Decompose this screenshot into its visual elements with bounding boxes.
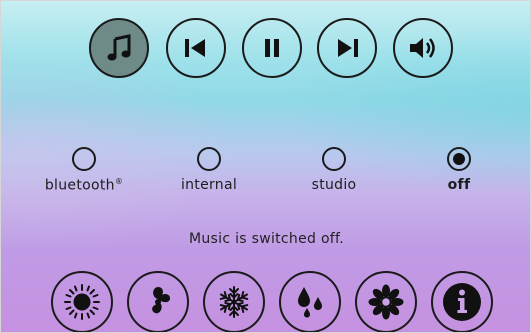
source-label-studio: studio xyxy=(311,177,357,193)
volume-icon xyxy=(408,35,438,61)
volume-button[interactable] xyxy=(393,18,453,78)
humidity-button[interactable] xyxy=(279,271,341,332)
radio-internal[interactable] xyxy=(197,147,221,171)
source-option-off[interactable]: off xyxy=(409,147,509,199)
control-panel: bluetooth® internal studio off Music is … xyxy=(0,0,531,333)
scent-button[interactable] xyxy=(355,271,417,332)
source-label-bluetooth: bluetooth® xyxy=(44,177,124,194)
pause-button[interactable] xyxy=(242,18,302,78)
water-drops-icon xyxy=(292,284,328,320)
source-label-internal: internal xyxy=(180,177,238,193)
radio-bluetooth[interactable] xyxy=(72,147,96,171)
radio-off[interactable] xyxy=(447,147,471,171)
previous-button[interactable] xyxy=(166,18,226,78)
snowflake-icon xyxy=(216,284,252,320)
info-icon xyxy=(442,282,482,322)
radio-selected-dot xyxy=(453,153,465,165)
source-option-studio[interactable]: studio xyxy=(284,147,384,199)
skip-next-icon xyxy=(334,37,360,59)
source-option-bluetooth[interactable]: bluetooth® xyxy=(34,147,134,199)
radio-studio[interactable] xyxy=(322,147,346,171)
info-button[interactable] xyxy=(431,271,493,332)
sun-icon xyxy=(63,283,101,321)
music-note-icon xyxy=(104,33,134,63)
pause-icon xyxy=(261,37,283,59)
music-button[interactable] xyxy=(89,18,149,78)
fan-icon xyxy=(140,284,176,320)
fan-button[interactable] xyxy=(127,271,189,332)
light-button[interactable] xyxy=(51,271,113,332)
next-button[interactable] xyxy=(317,18,377,78)
skip-previous-icon xyxy=(183,37,209,59)
cooling-button[interactable] xyxy=(203,271,265,332)
status-message: Music is switched off. xyxy=(188,231,344,247)
source-label-off: off xyxy=(447,177,471,193)
source-option-internal[interactable]: internal xyxy=(159,147,259,199)
flower-icon xyxy=(367,283,405,321)
